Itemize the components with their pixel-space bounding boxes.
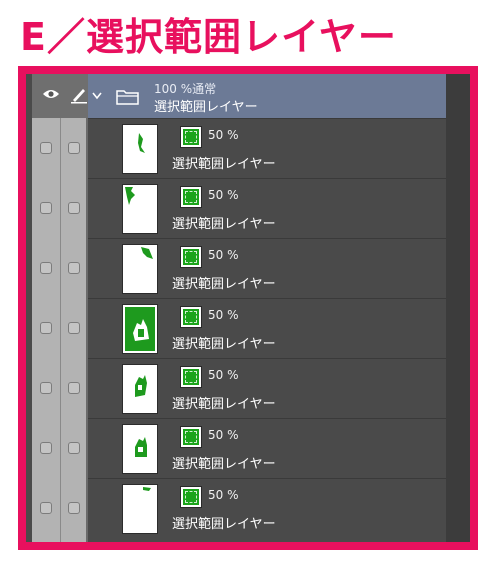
layer-name: 選択範囲レイヤー xyxy=(172,277,276,292)
layer-row[interactable]: 50 % 選択範囲レイヤー xyxy=(88,478,446,538)
lock-checkbox[interactable] xyxy=(68,262,80,274)
selection-mask-icon xyxy=(180,126,202,148)
scrollbar[interactable] xyxy=(446,74,470,542)
selection-mask-icon xyxy=(180,366,202,388)
layer-name: 選択範囲レイヤー xyxy=(172,157,276,172)
chevron-down-icon[interactable] xyxy=(92,92,102,100)
layer-opacity: 50 % xyxy=(208,248,239,262)
layer-thumbnail xyxy=(122,424,158,474)
lock-checkbox[interactable] xyxy=(68,442,80,454)
selection-mask-icon xyxy=(180,426,202,448)
layer-thumbnail xyxy=(122,484,158,534)
eye-icon[interactable] xyxy=(42,88,60,100)
layer-opacity: 50 % xyxy=(208,188,239,202)
lock-checkbox[interactable] xyxy=(68,382,80,394)
layer-thumbnail xyxy=(122,364,158,414)
visibility-checkbox[interactable] xyxy=(40,322,52,334)
layer-name: 選択範囲レイヤー xyxy=(172,457,276,472)
visibility-checkbox[interactable] xyxy=(40,142,52,154)
layer-row[interactable]: 50 % 選択範囲レイヤー xyxy=(88,418,446,478)
folder-toggle-cells xyxy=(32,74,88,118)
page-title: E／選択範囲レイヤー xyxy=(20,15,397,59)
layer-folder-header[interactable]: 100 %通常 選択範囲レイヤー xyxy=(88,74,446,118)
layer-name: 選択範囲レイヤー xyxy=(172,337,276,352)
layer-row[interactable]: 50 % 選択範囲レイヤー xyxy=(88,238,446,298)
selection-mask-icon xyxy=(180,306,202,328)
visibility-checkbox[interactable] xyxy=(40,442,52,454)
layer-opacity: 50 % xyxy=(208,128,239,142)
layer-opacity: 50 % xyxy=(208,368,239,382)
layer-thumbnail xyxy=(122,244,158,294)
layer-name: 選択範囲レイヤー xyxy=(172,397,276,412)
layer-row[interactable]: 50 % 選択範囲レイヤー xyxy=(88,298,446,358)
visibility-checkbox[interactable] xyxy=(40,382,52,394)
layer-thumbnail xyxy=(122,124,158,174)
layer-panel: 100 %通常 選択範囲レイヤー 50 % 選択範囲レイヤー 50 % 選択範囲… xyxy=(26,74,470,542)
folder-opacity-blend: 100 %通常 xyxy=(154,82,217,96)
layer-name: 選択範囲レイヤー xyxy=(172,217,276,232)
folder-name: 選択範囲レイヤー xyxy=(154,100,258,115)
layer-name: 選択範囲レイヤー xyxy=(172,517,276,532)
layer-opacity: 50 % xyxy=(208,428,239,442)
layer-row[interactable]: 50 % 選択範囲レイヤー xyxy=(88,358,446,418)
layer-row[interactable]: 50 % 選択範囲レイヤー xyxy=(88,178,446,238)
folder-icon xyxy=(116,90,139,105)
lock-checkbox[interactable] xyxy=(68,142,80,154)
visibility-checkbox[interactable] xyxy=(40,502,52,514)
layer-row[interactable]: 50 % 選択範囲レイヤー xyxy=(88,118,446,178)
layer-thumbnail xyxy=(122,304,158,354)
lock-checkbox[interactable] xyxy=(68,202,80,214)
visibility-checkbox[interactable] xyxy=(40,262,52,274)
pen-icon[interactable] xyxy=(70,86,88,104)
layer-opacity: 50 % xyxy=(208,308,239,322)
layer-thumbnail xyxy=(122,184,158,234)
selection-mask-icon xyxy=(180,486,202,508)
selection-mask-icon xyxy=(180,186,202,208)
layer-opacity: 50 % xyxy=(208,488,239,502)
lock-checkbox[interactable] xyxy=(68,502,80,514)
visibility-checkbox[interactable] xyxy=(40,202,52,214)
lock-checkbox[interactable] xyxy=(68,322,80,334)
selection-mask-icon xyxy=(180,246,202,268)
